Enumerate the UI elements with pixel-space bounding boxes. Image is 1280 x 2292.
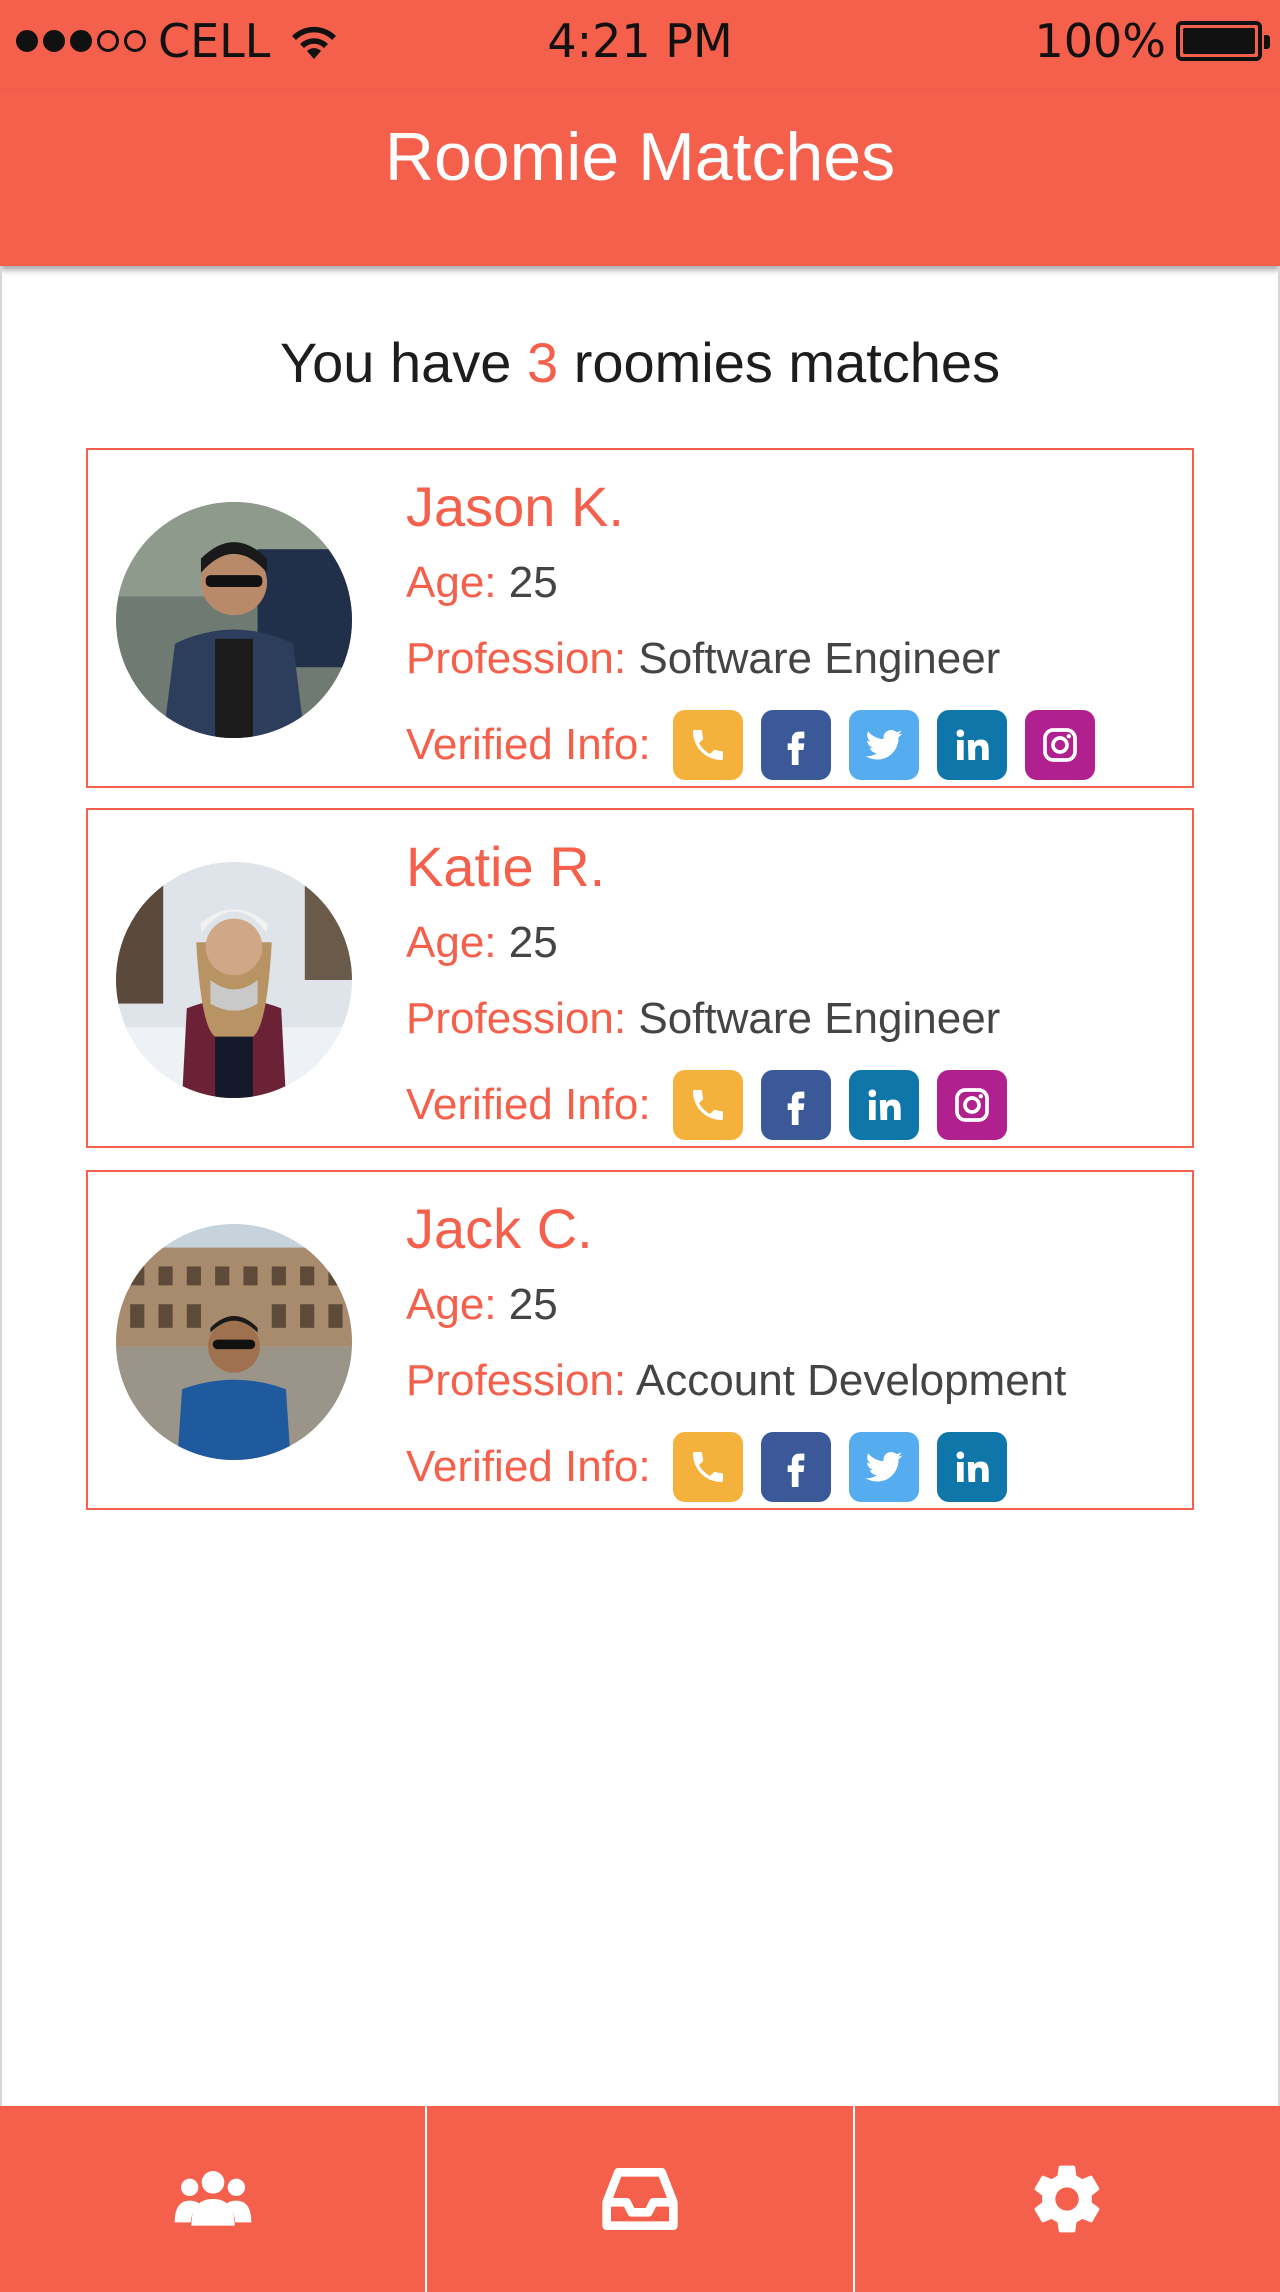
twitter-icon[interactable] [848, 1432, 919, 1502]
avatar-photo [116, 1224, 352, 1460]
nav-bar: Roomie Matches [0, 90, 1280, 266]
profession-label: Profession: [406, 634, 627, 683]
age-label: Age: [406, 918, 497, 967]
age-label: Age: [406, 1280, 497, 1329]
gear-icon [1034, 2165, 1100, 2233]
match-card[interactable]: Jack C. Age: 25 Profession: Account Deve… [86, 1170, 1194, 1510]
status-right: 100% [1034, 14, 1270, 68]
instagram-icon[interactable] [1024, 710, 1095, 780]
twitter-icon[interactable] [848, 710, 919, 780]
linkedin-icon[interactable] [936, 1432, 1007, 1502]
avatar-photo [116, 502, 352, 738]
tab-inbox[interactable] [425, 2106, 852, 2292]
verified-icons [672, 710, 1095, 780]
age-value: 25 [508, 558, 558, 607]
verified-row: Verified Info: [406, 1432, 1007, 1502]
group-icon [174, 2171, 251, 2226]
facebook-icon[interactable] [760, 1070, 831, 1140]
verified-icons [672, 1070, 1007, 1140]
phone-icon[interactable] [672, 1070, 743, 1140]
profession-label: Profession: [406, 1356, 627, 1405]
tab-matches[interactable] [0, 2106, 425, 2292]
summary-suffix: roomies matches [573, 331, 1001, 394]
verified-label: Verified Info: [406, 1080, 651, 1129]
age-value: 25 [508, 918, 558, 967]
verified-icons [672, 1432, 1007, 1502]
profession-value: Account Development [635, 1356, 1067, 1405]
battery-icon [1176, 21, 1270, 61]
age-label: Age: [406, 558, 497, 607]
battery-percent: 100% [1034, 14, 1166, 68]
verified-row: Verified Info: [406, 710, 1095, 780]
profession-row: Profession: Account Development [406, 1356, 1066, 1406]
tab-bar [0, 2106, 1280, 2292]
match-count: 3 [526, 331, 559, 394]
tab-settings[interactable] [852, 2106, 1280, 2292]
age-value: 25 [508, 1280, 558, 1329]
instagram-icon[interactable] [936, 1070, 1007, 1140]
profession-value: Software Engineer [638, 994, 1001, 1043]
verified-label: Verified Info: [406, 1442, 651, 1491]
inbox-icon [602, 2168, 678, 2230]
avatar [116, 502, 352, 738]
profession-row: Profession: Software Engineer [406, 634, 1000, 684]
match-card[interactable]: Katie R. Age: 25 Profession: Software En… [86, 808, 1194, 1148]
profession-value: Software Engineer [638, 634, 1001, 683]
phone-icon[interactable] [672, 710, 743, 780]
age-row: Age: 25 [406, 918, 558, 968]
profession-row: Profession: Software Engineer [406, 994, 1000, 1044]
summary-prefix: You have [279, 331, 512, 394]
age-row: Age: 25 [406, 1280, 558, 1330]
avatar [116, 862, 352, 1098]
match-name: Jack C. [406, 1197, 593, 1260]
linkedin-icon[interactable] [848, 1070, 919, 1140]
battery-nub [1264, 35, 1270, 49]
age-row: Age: 25 [406, 558, 558, 608]
phone-icon[interactable] [672, 1432, 743, 1502]
profession-label: Profession: [406, 994, 627, 1043]
facebook-icon[interactable] [760, 1432, 831, 1502]
page-title: Roomie Matches [384, 119, 896, 195]
match-name: Katie R. [406, 835, 606, 898]
avatar-photo [116, 862, 352, 1098]
battery-fill [1183, 28, 1255, 54]
avatar [116, 1224, 352, 1460]
linkedin-icon[interactable] [936, 710, 1007, 780]
frame-edge-left [0, 266, 2, 2106]
match-card[interactable]: Jason K. Age: 25 Profession: Software En… [86, 448, 1194, 788]
verified-label: Verified Info: [406, 720, 651, 769]
match-summary: You have 3 roomies matches [0, 330, 1280, 395]
status-bar: CELL 4:21 PM 100% [0, 0, 1280, 90]
match-name: Jason K. [406, 475, 624, 538]
verified-row: Verified Info: [406, 1070, 1007, 1140]
facebook-icon[interactable] [760, 710, 831, 780]
